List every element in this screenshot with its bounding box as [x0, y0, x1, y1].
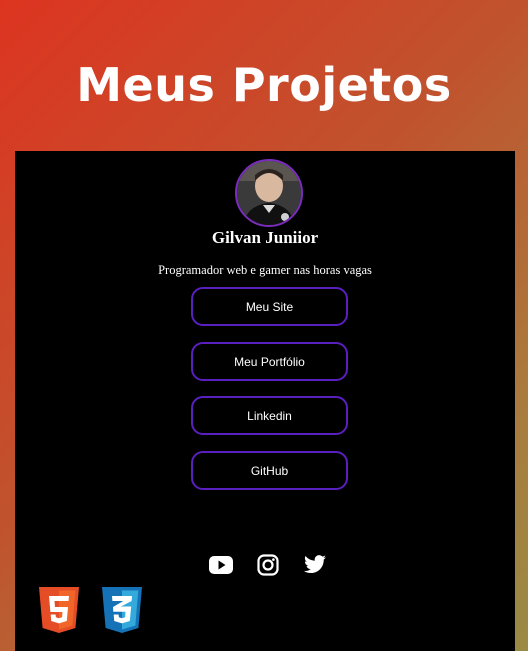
linkedin-button[interactable]: Linkedin [191, 396, 348, 435]
profile-bio: Programador web e gamer nas horas vagas [158, 263, 372, 277]
avatar-photo [237, 161, 301, 225]
page-title: Meus Projetos [76, 58, 452, 112]
css3-logo [100, 587, 144, 635]
profile-name: Gilvan Juniior [211, 228, 319, 247]
html5-logo [37, 587, 81, 635]
social-links [208, 552, 328, 578]
github-button[interactable]: GitHub [191, 451, 348, 490]
instagram-icon[interactable] [255, 552, 281, 578]
twitter-icon[interactable] [302, 552, 328, 578]
profile-card: Gilvan Juniior Programador web e gamer n… [15, 151, 515, 651]
meu-portfolio-button[interactable]: Meu Portfólio [191, 342, 348, 381]
youtube-icon[interactable] [208, 552, 234, 578]
meu-site-button[interactable]: Meu Site [191, 287, 348, 326]
avatar [235, 159, 303, 227]
